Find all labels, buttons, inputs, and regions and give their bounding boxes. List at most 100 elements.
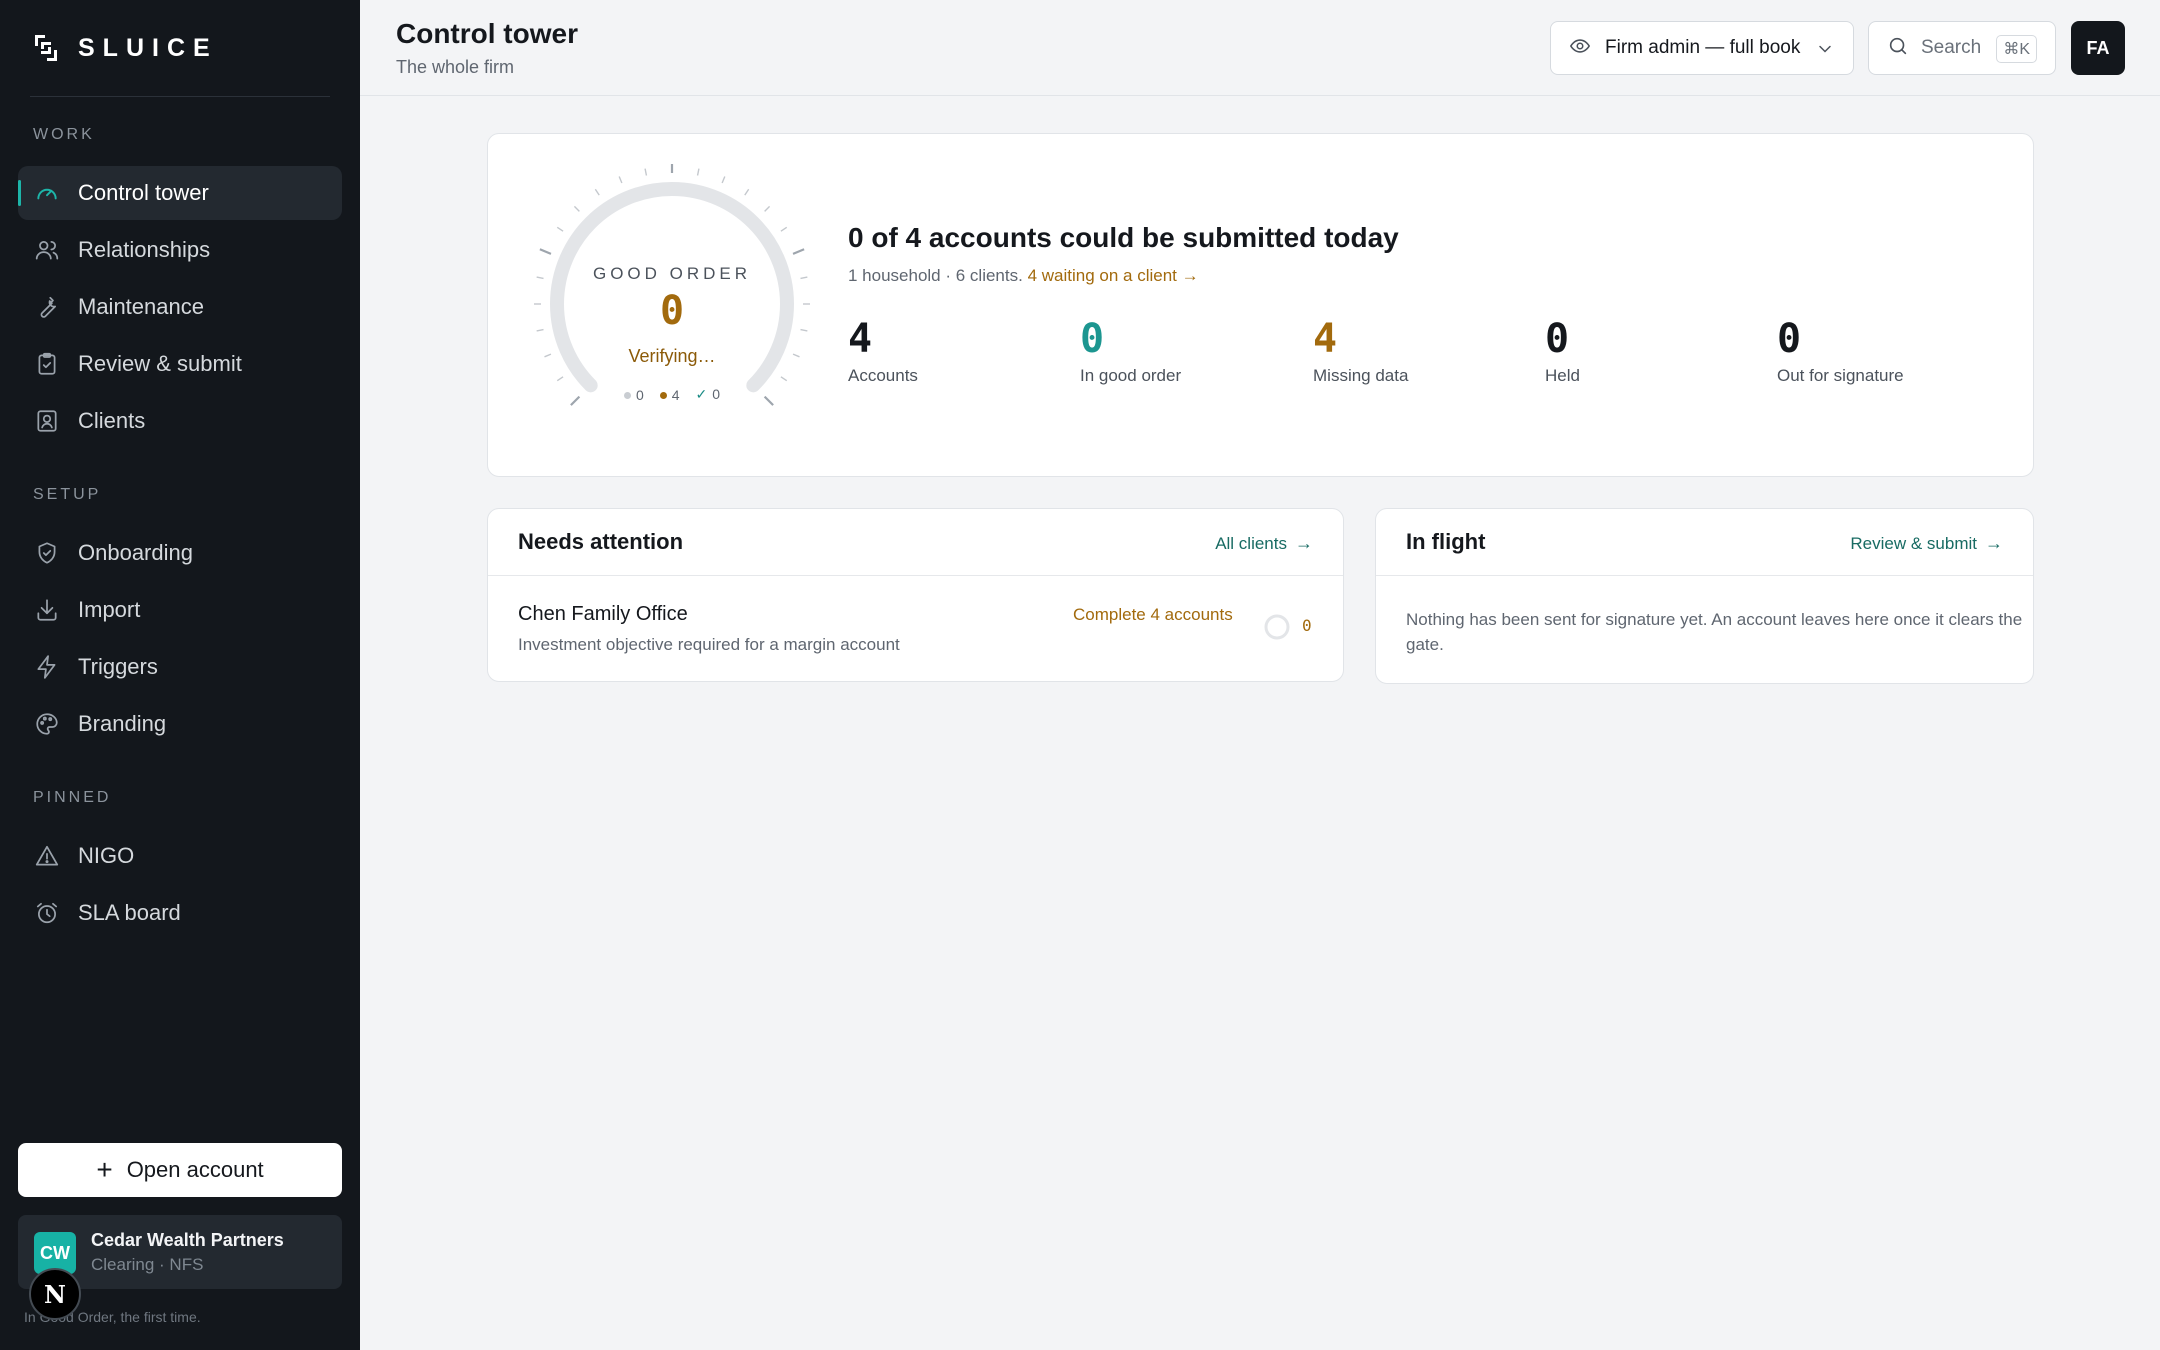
brand-name: SLUICE [78, 33, 218, 62]
open-account-button[interactable]: + Open account [18, 1143, 342, 1197]
sidebar-item-control-tower[interactable]: Control tower [18, 166, 342, 220]
gauge-tick [556, 376, 564, 382]
gauge-value: 0 [659, 288, 685, 334]
stat-value: 0 [1080, 316, 1105, 362]
in-flight-panel: In flight Review & submit → Nothing has … [1375, 508, 2034, 684]
sluice-logo-icon [35, 35, 57, 61]
warning-icon [32, 841, 62, 871]
search-shortcut: ⌘K [1996, 35, 2037, 63]
gauge-tick [573, 205, 580, 212]
complete-accounts-link[interactable]: Complete 4 accounts [1073, 605, 1233, 625]
gauge-tick [744, 188, 750, 196]
panel-header: Needs attention All clients → [488, 509, 1343, 576]
sidebar-item-import[interactable]: Import [18, 583, 342, 637]
gauge-tick [594, 188, 600, 196]
chevron-down-icon [1815, 39, 1835, 64]
link-label: Review & submit [1850, 533, 1977, 553]
shield-check-icon [32, 538, 62, 568]
panel-header: In flight Review & submit → [1376, 509, 2033, 576]
section-label-pinned: PINNED [33, 789, 112, 806]
summary-headline: 0 of 4 accounts could be submitted today [848, 222, 1399, 253]
gauge-tick [764, 205, 771, 212]
sidebar: SLUICE WORK Control tower Relationships … [0, 0, 360, 1350]
users-icon [32, 235, 62, 265]
link-label: All clients [1215, 533, 1287, 553]
panel-title: Needs attention [518, 529, 684, 554]
stat-accounts[interactable]: 4 Accounts [848, 314, 1058, 386]
stat-missing-data[interactable]: 4 Missing data [1313, 314, 1523, 386]
gauge-tick [556, 226, 564, 232]
sidebar-item-review-submit[interactable]: Review & submit [18, 337, 342, 391]
download-icon [32, 595, 62, 625]
sidebar-item-label: Onboarding [78, 540, 193, 565]
stat-out-for-signature[interactable]: 0 Out for signature [1777, 314, 1987, 386]
gauge-tick [539, 248, 552, 255]
client-name: Chen Family Office [518, 603, 688, 625]
sidebar-item-label: Triggers [78, 654, 158, 679]
section-label-work: WORK [33, 126, 95, 143]
stat-label: In good order [1080, 366, 1182, 385]
view-scope-select[interactable]: Firm admin — full book [1550, 21, 1854, 75]
gauge-tick [721, 176, 726, 184]
top-header: Control tower The whole firm Firm admin … [360, 0, 2160, 96]
plus-icon: + [96, 1154, 113, 1185]
sidebar-item-label: SLA board [78, 900, 181, 925]
firm-subtitle: Clearing · NFS [91, 1255, 204, 1274]
gauge-tick [780, 226, 788, 232]
brand-logo[interactable]: SLUICE [32, 32, 218, 64]
open-account-label: Open account [126, 1157, 264, 1182]
view-scope-value: Firm admin — full book [1605, 37, 1801, 58]
search-button[interactable]: Search ⌘K [1868, 21, 2056, 75]
sidebar-item-label: Review & submit [78, 351, 242, 376]
gauge-icon [32, 178, 62, 208]
dev-tools-badge[interactable]: N [29, 1268, 81, 1320]
stat-in-good-order[interactable]: 0 In good order [1080, 314, 1290, 386]
panel-title: In flight [1406, 529, 1486, 554]
summary-subline: 1 household · 6 clients. 4 waiting on a … [848, 266, 1199, 286]
stat-held[interactable]: 0 Held [1545, 314, 1755, 386]
in-flight-empty-state: Nothing has been sent for signature yet.… [1406, 610, 2023, 654]
missing-dot-icon [659, 392, 667, 400]
all-clients-link[interactable]: All clients → [1215, 533, 1313, 554]
contact-card-icon [32, 406, 62, 436]
gauge-label: GOOD ORDER [592, 264, 752, 283]
legend-good: ✓ 0 [695, 386, 721, 402]
review-submit-link[interactable]: Review & submit → [1850, 533, 2003, 554]
sidebar-item-clients[interactable]: Clients [18, 394, 342, 448]
summary-counts: 1 household · 6 clients. [848, 266, 1023, 285]
stat-label: Accounts [848, 366, 918, 385]
sidebar-item-label: Branding [78, 711, 167, 736]
gauge-tick [780, 376, 788, 382]
sidebar-item-onboarding[interactable]: Onboarding [18, 526, 342, 580]
legend-neutral: 0 [623, 387, 644, 403]
waiting-on-client-link[interactable]: 4 waiting on a client → [1028, 266, 1199, 285]
sidebar-item-nigo[interactable]: NIGO [18, 829, 342, 883]
sidebar-item-branding[interactable]: Branding [18, 697, 342, 751]
gauge-tick [644, 168, 648, 176]
arrow-right-icon: → [1985, 533, 2003, 553]
sidebar-item-label: Relationships [78, 237, 211, 262]
good-order-gauge: GOOD ORDER 0 Verifying… 0 4 ✓ 0 [528, 161, 816, 426]
eye-icon [1569, 35, 1591, 62]
gauge-tick [618, 176, 623, 184]
sidebar-divider [30, 96, 330, 97]
stat-value: 4 [848, 316, 873, 362]
neutral-dot-icon [623, 392, 631, 400]
gauge-status: Verifying… [628, 346, 716, 366]
alarm-clock-icon [32, 898, 62, 928]
sidebar-item-sla-board[interactable]: SLA board [18, 886, 342, 940]
search-icon [1887, 35, 1909, 62]
palette-icon [32, 709, 62, 739]
sidebar-item-label: Control tower [78, 180, 209, 205]
sidebar-item-triggers[interactable]: Triggers [18, 640, 342, 694]
firm-name: Cedar Wealth Partners [91, 1230, 284, 1250]
sidebar-item-relationships[interactable]: Relationships [18, 223, 342, 277]
search-label: Search [1921, 37, 1982, 58]
sidebar-item-label: Import [78, 597, 141, 622]
gauge-tick [696, 168, 700, 176]
clipboard-check-icon [32, 349, 62, 379]
user-avatar[interactable]: FA [2071, 21, 2125, 75]
ready-count: 0 [1302, 616, 1312, 635]
stat-value: 0 [1777, 316, 1802, 362]
sidebar-item-maintenance[interactable]: Maintenance [18, 280, 342, 334]
